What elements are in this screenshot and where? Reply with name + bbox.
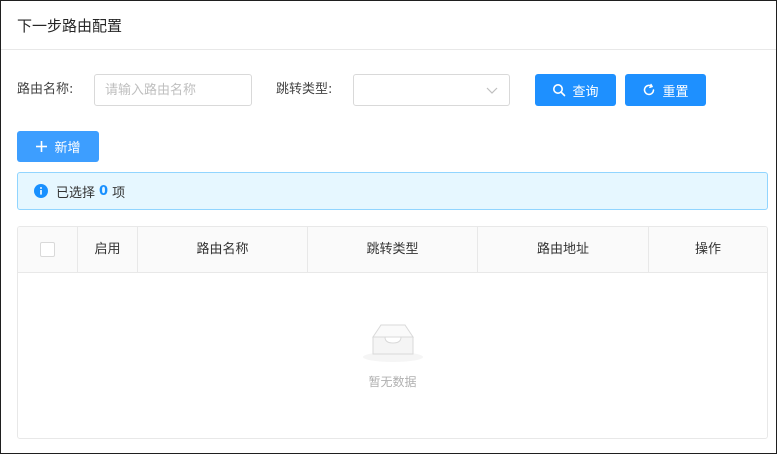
- column-header-route-name[interactable]: 路由名称: [138, 227, 308, 273]
- select-all-checkbox[interactable]: [40, 242, 55, 257]
- page-title: 下一步路由配置: [17, 16, 123, 35]
- routes-table: 启用 路由名称 跳转类型 路由地址 操作 暂无数据: [17, 226, 768, 439]
- page-frame: 下一步路由配置 路由名称: 跳转类型: 查询 重置: [0, 0, 777, 454]
- jump-type-select[interactable]: [353, 74, 510, 106]
- chevron-down-icon: [486, 87, 498, 94]
- table-header: 启用 路由名称 跳转类型 路由地址 操作: [18, 227, 767, 273]
- selection-alert: 已选择 0 项: [17, 172, 768, 210]
- add-button[interactable]: 新增: [17, 131, 99, 162]
- alert-suffix: 项: [112, 185, 126, 201]
- filter-bar: 路由名称: 跳转类型: 查询 重置: [17, 74, 760, 106]
- reset-button-label: 重置: [662, 84, 689, 100]
- plus-icon: [36, 141, 48, 152]
- refresh-icon: [644, 83, 655, 96]
- column-header-route-address[interactable]: 路由地址: [478, 227, 649, 273]
- jump-type-label: 跳转类型:: [276, 82, 333, 97]
- route-name-input[interactable]: [94, 74, 252, 106]
- select-all-cell: [18, 227, 78, 273]
- empty-state: 暂无数据: [18, 273, 767, 438]
- add-button-label: 新增: [54, 141, 81, 156]
- column-header-actions: 操作: [694, 242, 721, 257]
- empty-inbox-icon: [362, 324, 423, 362]
- column-header-jump-type[interactable]: 跳转类型: [308, 227, 478, 273]
- page-header: 下一步路由配置: [1, 1, 776, 50]
- selected-count: 0: [99, 183, 109, 199]
- search-icon: [553, 84, 566, 97]
- empty-text: 暂无数据: [368, 375, 417, 389]
- route-name-label: 路由名称:: [17, 82, 74, 97]
- column-header-enabled[interactable]: 启用: [78, 227, 138, 273]
- query-button-label: 查询: [572, 84, 599, 100]
- reset-button[interactable]: 重置: [625, 74, 706, 106]
- alert-prefix: 已选择: [56, 185, 96, 201]
- info-icon: [34, 184, 48, 198]
- query-button[interactable]: 查询: [535, 74, 616, 106]
